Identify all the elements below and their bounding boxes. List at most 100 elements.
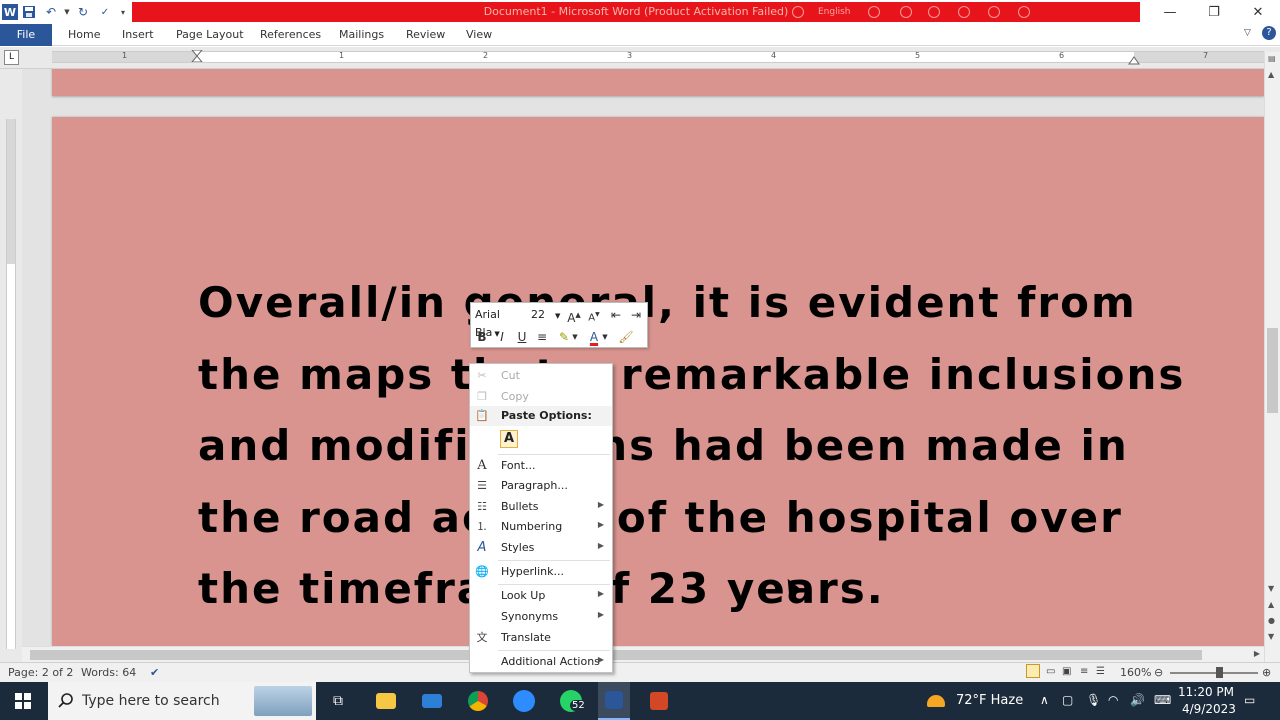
zoom-in-icon[interactable]: ⊕ <box>1262 666 1271 679</box>
tab-page-layout[interactable]: Page Layout <box>168 24 252 46</box>
word-count[interactable]: Words: 64 <box>81 666 136 679</box>
horizontal-ruler[interactable]: 1 1 2 3 4 5 6 7 <box>52 50 1264 66</box>
paragraph-line[interactable]: Overall/in general, it is evident from <box>198 267 1158 339</box>
vertical-ruler[interactable] <box>0 69 22 662</box>
font-color-dropdown-icon[interactable]: ▼ <box>601 328 609 346</box>
document-area[interactable]: Overall/in general, it is evident from t… <box>22 69 1264 662</box>
horizontal-scroll-thumb[interactable] <box>30 650 1202 660</box>
paragraph-line[interactable]: the road access of the hospital over <box>198 482 1158 554</box>
zoom-slider-knob[interactable] <box>1216 667 1223 678</box>
ruler-toggle-icon[interactable]: ▤ <box>1268 54 1276 63</box>
file-explorer-icon[interactable] <box>372 682 400 720</box>
spelling-check-icon[interactable]: ✓ <box>94 1 116 23</box>
zoom-icon[interactable] <box>510 682 538 720</box>
paragraph-line[interactable]: and modifications had been made in <box>198 410 1158 482</box>
horizontal-scrollbar[interactable]: ▶ <box>22 646 1264 662</box>
paragraph-line[interactable]: the maps that a remarkable inclusions <box>198 339 1183 411</box>
font-size-box[interactable]: 22 ▼ <box>529 306 561 324</box>
menu-item-look-up[interactable]: Look Up ▶ <box>470 586 612 606</box>
wifi-icon[interactable]: ◠ <box>1108 693 1118 707</box>
keyboard-icon[interactable]: ⌨ <box>1154 693 1171 707</box>
mail-icon[interactable] <box>418 682 446 720</box>
vertical-scroll-thumb[interactable] <box>1267 328 1278 413</box>
undo-icon[interactable]: ↶ <box>40 1 62 23</box>
proofing-icon[interactable]: ✔ <box>150 666 159 679</box>
center-align-icon[interactable]: ≡ <box>533 328 551 346</box>
menu-item-font[interactable]: A Font... <box>470 456 612 476</box>
bold-icon[interactable]: B <box>473 328 491 346</box>
tab-file[interactable]: File <box>0 24 52 46</box>
font-name-box[interactable]: Arial Bla ▼ <box>473 306 525 339</box>
print-layout-icon[interactable] <box>1026 664 1040 678</box>
scroll-up-icon[interactable]: ▲ <box>1268 70 1274 79</box>
menu-item-translate[interactable]: 文 Translate <box>470 628 612 648</box>
restore-button[interactable]: ❐ <box>1192 0 1236 24</box>
undo-dropdown-icon[interactable]: ▼ <box>62 1 72 23</box>
clock-time[interactable]: 11:20 PM <box>1178 685 1234 699</box>
minimize-button[interactable]: — <box>1148 0 1192 24</box>
weather-text[interactable]: 72°F Haze <box>956 693 1023 708</box>
tab-references[interactable]: References <box>252 24 329 46</box>
menu-item-cut[interactable]: ✂ Cut <box>470 366 612 386</box>
zoom-out-icon[interactable]: ⊖ <box>1154 666 1163 679</box>
decrease-indent-icon[interactable]: ⇤ <box>607 306 625 324</box>
tab-review[interactable]: Review <box>398 24 453 46</box>
tab-mailings[interactable]: Mailings <box>331 24 392 46</box>
powerpoint-icon[interactable] <box>644 682 674 720</box>
italic-icon[interactable]: I <box>493 328 511 346</box>
clock-date[interactable]: 4/9/2023 <box>1182 702 1236 716</box>
next-page-icon[interactable]: ▼ <box>1268 632 1274 641</box>
meet-now-icon[interactable]: ▢ <box>1062 693 1073 707</box>
web-layout-icon[interactable]: ▣ <box>1062 666 1071 677</box>
weather-icon[interactable] <box>924 682 948 720</box>
whatsapp-icon[interactable]: 52 <box>556 682 587 720</box>
page-count[interactable]: Page: 2 of 2 <box>8 666 73 679</box>
menu-item-styles[interactable]: A Styles ▶ <box>470 538 612 558</box>
menu-item-copy[interactable]: ❐ Copy <box>470 387 612 407</box>
scroll-right-icon[interactable]: ▶ <box>1254 649 1260 658</box>
indent-marker-icon[interactable] <box>191 50 203 62</box>
word-app-icon[interactable]: W <box>2 4 18 20</box>
tab-selector[interactable]: L <box>4 50 19 65</box>
draft-icon[interactable]: ☰ <box>1096 666 1105 677</box>
start-button[interactable] <box>0 682 46 720</box>
menu-item-paragraph[interactable]: ☰ Paragraph... <box>470 476 612 496</box>
zoom-level[interactable]: 160% <box>1120 666 1151 679</box>
outline-icon[interactable]: ≡ <box>1080 666 1088 677</box>
menu-item-hyperlink[interactable]: 🌐 Hyperlink... <box>470 562 612 582</box>
task-view-icon[interactable]: ⧉ <box>324 682 352 720</box>
customize-qat-icon[interactable]: ▾ <box>116 1 130 23</box>
menu-item-synonyms[interactable]: Synonyms ▶ <box>470 607 612 627</box>
redo-icon[interactable]: ↻ <box>72 1 94 23</box>
expand-ribbon-icon[interactable]: ▽ <box>1244 28 1251 38</box>
chrome-icon[interactable] <box>464 682 492 720</box>
tab-home[interactable]: Home <box>60 24 108 46</box>
notification-icon[interactable]: ▭ <box>1244 693 1255 707</box>
help-icon[interactable]: ? <box>1262 26 1276 40</box>
paragraph-line[interactable]: the timeframe of 23 years. <box>198 553 1158 625</box>
grow-font-icon[interactable]: A▲ <box>565 306 583 325</box>
paste-keep-text-only-button[interactable]: A <box>500 430 518 448</box>
vertical-scrollbar[interactable]: ▤ ▲ ▼ ▲ ● ▼ <box>1264 52 1280 662</box>
volume-icon[interactable]: 🔊 <box>1130 693 1145 707</box>
document-paragraph[interactable]: Overall/in general, it is evident from t… <box>198 267 1183 625</box>
full-screen-reading-icon[interactable]: ▭ <box>1046 666 1055 677</box>
scroll-down-icon[interactable]: ▼ <box>1268 584 1274 593</box>
taskbar-search-box[interactable]: Type here to search <box>48 682 316 720</box>
show-hidden-icons[interactable]: ∧ <box>1040 693 1049 707</box>
tab-insert[interactable]: Insert <box>114 24 162 46</box>
menu-item-additional-actions[interactable]: Additional Actions ▶ <box>470 652 612 672</box>
page-2[interactable]: Overall/in general, it is evident from t… <box>52 117 1264 662</box>
browse-object-icon[interactable]: ● <box>1268 616 1275 625</box>
close-button[interactable]: ✕ <box>1236 0 1280 24</box>
microphone-icon[interactable]: 🎙 <box>1086 693 1101 707</box>
format-painter-icon[interactable]: 🖌 <box>617 328 635 346</box>
word-taskbar-icon[interactable] <box>598 682 630 720</box>
save-icon[interactable] <box>18 1 40 23</box>
zoom-slider[interactable] <box>1170 672 1258 674</box>
previous-page-icon[interactable]: ▲ <box>1268 600 1274 609</box>
underline-icon[interactable]: U <box>513 328 531 346</box>
right-indent-marker-icon[interactable] <box>1128 54 1140 66</box>
shrink-font-icon[interactable]: A▼ <box>585 306 603 324</box>
increase-indent-icon[interactable]: ⇥ <box>627 306 645 324</box>
